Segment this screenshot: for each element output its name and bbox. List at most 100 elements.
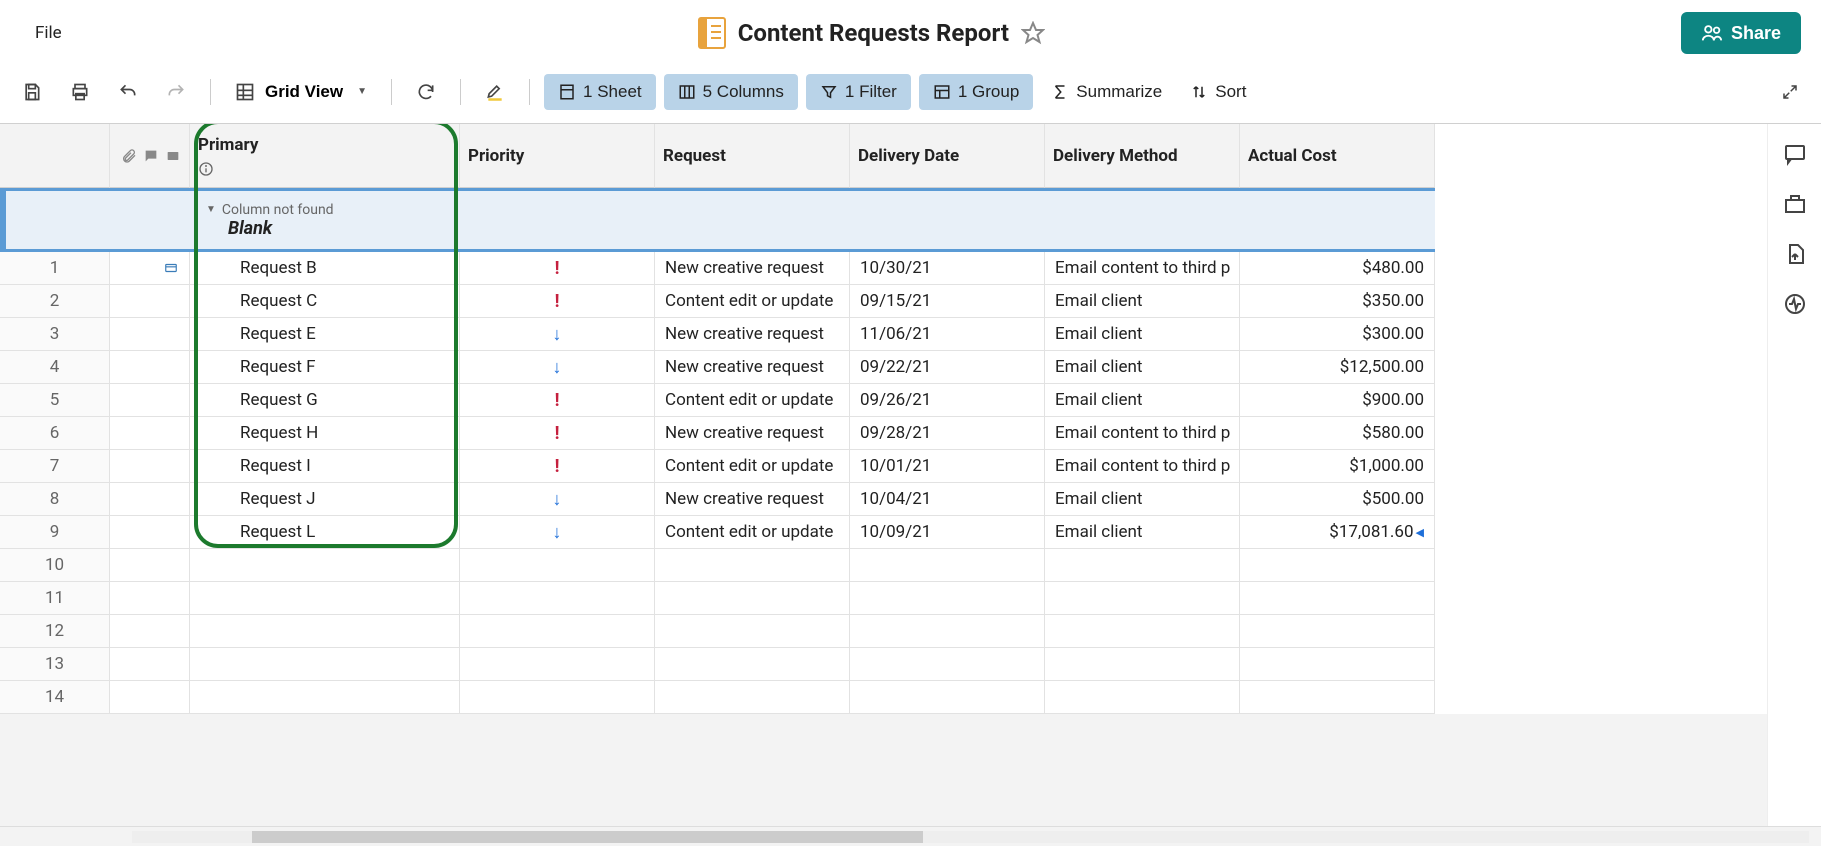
empty-cell[interactable] [1240,582,1435,615]
highlight-icon[interactable] [475,76,515,108]
empty-cell[interactable] [460,615,655,648]
cell-delivery-method[interactable]: Email content to third p [1045,252,1240,285]
cell-delivery-method[interactable]: Email client [1045,318,1240,351]
cell-primary[interactable]: Request H [190,417,460,450]
cell-priority[interactable]: ↓ [460,318,655,351]
cell-priority[interactable]: ! [460,252,655,285]
cell-delivery-date[interactable]: 10/09/21 [850,516,1045,549]
cell-priority[interactable]: ! [460,450,655,483]
empty-cell[interactable] [460,681,655,714]
cell-delivery-date[interactable]: 09/15/21 [850,285,1045,318]
cell-actual-cost[interactable]: $500.00 [1240,483,1435,516]
cell-delivery-method[interactable]: Email client [1045,384,1240,417]
empty-cell[interactable] [655,549,850,582]
column-header-priority[interactable]: Priority [460,124,655,188]
empty-cell[interactable] [1240,681,1435,714]
undo-icon[interactable] [108,76,148,108]
cell-actual-cost[interactable]: $12,500.00 [1240,351,1435,384]
cell-delivery-date[interactable]: 09/28/21 [850,417,1045,450]
cell-actual-cost[interactable]: $480.00 [1240,252,1435,285]
empty-cell[interactable] [1240,615,1435,648]
empty-cell[interactable] [1045,549,1240,582]
cell-delivery-date[interactable]: 10/30/21 [850,252,1045,285]
comments-panel-icon[interactable] [1783,142,1807,166]
column-header-delivery-method[interactable]: Delivery Method [1045,124,1240,188]
empty-cell[interactable] [850,549,1045,582]
cell-delivery-method[interactable]: Email client [1045,285,1240,318]
file-menu[interactable]: File [35,23,62,43]
cell-actual-cost[interactable]: $350.00 [1240,285,1435,318]
cell-request[interactable]: Content edit or update [655,516,850,549]
empty-cell[interactable] [1240,549,1435,582]
column-header-request[interactable]: Request [655,124,850,188]
cell-primary[interactable]: Request L [190,516,460,549]
summarize-button[interactable]: Summarize [1041,76,1172,108]
cell-delivery-date[interactable]: 10/01/21 [850,450,1045,483]
grid-view-dropdown[interactable]: Grid View ▼ [225,76,377,108]
cell-actual-cost[interactable]: $17,081.60◀ [1240,516,1435,549]
cell-request[interactable]: Content edit or update [655,384,850,417]
column-header-actual-cost[interactable]: Actual Cost [1240,124,1435,188]
row-indicator[interactable] [110,285,190,318]
empty-cell[interactable] [655,615,850,648]
row-indicator[interactable] [110,351,190,384]
cell-request[interactable]: Content edit or update [655,285,850,318]
row-number[interactable]: 12 [0,615,110,648]
cell-delivery-date[interactable]: 09/22/21 [850,351,1045,384]
favorite-star-icon[interactable] [1021,21,1045,45]
cell-delivery-date[interactable]: 09/26/21 [850,384,1045,417]
empty-cell[interactable] [655,681,850,714]
cell-request[interactable]: New creative request [655,351,850,384]
cell-primary[interactable]: Request G [190,384,460,417]
row-indicator[interactable] [110,252,190,285]
cell-request[interactable]: New creative request [655,252,850,285]
empty-cell[interactable] [190,681,460,714]
row-number[interactable]: 3 [0,318,110,351]
columns-button[interactable]: 5 Columns [664,74,798,110]
refresh-icon[interactable] [406,76,446,108]
horizontal-scrollbar[interactable] [0,826,1821,846]
cell-actual-cost[interactable]: $900.00 [1240,384,1435,417]
row-indicator[interactable] [110,648,190,681]
empty-cell[interactable] [190,615,460,648]
sheet-button[interactable]: 1 Sheet [544,74,656,110]
cell-primary[interactable]: Request J [190,483,460,516]
empty-cell[interactable] [850,648,1045,681]
row-indicator[interactable] [110,549,190,582]
briefcase-panel-icon[interactable] [1783,192,1807,216]
sheet-scroll-area[interactable]: PrimaryPriorityRequestDelivery DateDeliv… [0,124,1767,826]
row-indicator[interactable] [110,483,190,516]
empty-cell[interactable] [460,549,655,582]
row-number[interactable]: 9 [0,516,110,549]
row-indicator[interactable] [110,615,190,648]
group-header-row[interactable]: ▼Column not foundBlank [0,188,1435,252]
empty-cell[interactable] [190,582,460,615]
sort-button[interactable]: Sort [1180,76,1256,108]
cell-priority[interactable]: ↓ [460,483,655,516]
row-indicator[interactable] [110,318,190,351]
cell-delivery-method[interactable]: Email content to third p [1045,450,1240,483]
empty-cell[interactable] [1045,615,1240,648]
cell-request[interactable]: New creative request [655,483,850,516]
empty-cell[interactable] [655,582,850,615]
activity-panel-icon[interactable] [1783,292,1807,316]
cell-delivery-method[interactable]: Email content to third p [1045,417,1240,450]
cell-delivery-method[interactable]: Email client [1045,516,1240,549]
cell-actual-cost[interactable]: $1,000.00 [1240,450,1435,483]
cell-priority[interactable]: ! [460,384,655,417]
empty-cell[interactable] [460,648,655,681]
row-number[interactable]: 7 [0,450,110,483]
row-number[interactable]: 8 [0,483,110,516]
empty-cell[interactable] [850,681,1045,714]
row-number[interactable]: 4 [0,351,110,384]
filter-button[interactable]: 1 Filter [806,74,911,110]
share-button[interactable]: Share [1681,12,1801,54]
cell-primary[interactable]: Request F [190,351,460,384]
column-header-delivery-date[interactable]: Delivery Date [850,124,1045,188]
cell-delivery-date[interactable]: 10/04/21 [850,483,1045,516]
empty-cell[interactable] [850,582,1045,615]
row-indicator[interactable] [110,450,190,483]
empty-cell[interactable] [460,582,655,615]
cell-actual-cost[interactable]: $300.00 [1240,318,1435,351]
row-number[interactable]: 2 [0,285,110,318]
